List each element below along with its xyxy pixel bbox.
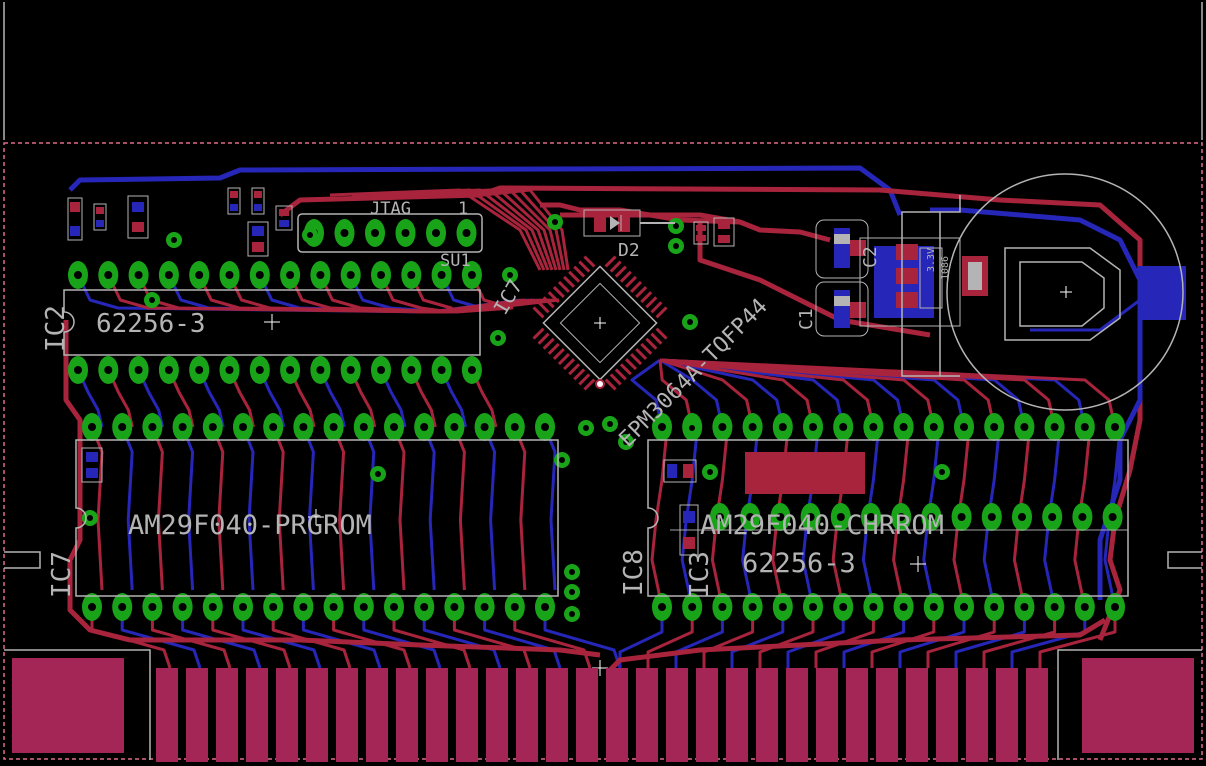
ic7-top-ref-label: IC7 — [489, 275, 528, 318]
ic7-bus-trace — [271, 426, 285, 591]
ic7-bus-trace — [483, 426, 497, 591]
battery-contact-pad — [1138, 266, 1186, 320]
ic7-bus-trace — [181, 426, 195, 591]
ic8-ref-label: IC8 — [619, 549, 649, 596]
resistor-r1 — [67, 197, 83, 241]
pcb-canvas[interactable]: IC2 62256-3 JTAG 1 SU1 IC7 D2 EPM3064A-T… — [0, 0, 1206, 762]
ic7-bus-trace — [362, 426, 376, 591]
ic7-ref-label: IC7 — [47, 551, 77, 598]
ic7-bus-trace — [453, 426, 466, 591]
capacitor-c4 — [247, 221, 269, 257]
resistor-r4 — [251, 187, 265, 215]
edge-finger — [336, 668, 358, 762]
c2-label: C2 — [860, 246, 881, 268]
edge-finger — [576, 668, 598, 762]
ic3-value-label: 62256-3 — [742, 548, 856, 579]
edge-finger — [396, 668, 418, 762]
edge-finger — [546, 668, 568, 762]
ic3-ref-label: IC3 — [685, 551, 715, 598]
edge-finger — [936, 668, 958, 762]
ic7-bus-trace — [543, 426, 557, 591]
edge-finger — [966, 668, 988, 762]
edge-finger — [186, 668, 208, 762]
edge-finger — [606, 668, 628, 762]
edge-finger — [756, 668, 778, 762]
pcb-layout-view: IC2 62256-3 JTAG 1 SU1 IC7 D2 EPM3064A-T… — [0, 0, 1206, 762]
prgrom-label: AM29F040-PRGROM — [128, 510, 372, 541]
ic7-bus-trace — [120, 426, 134, 591]
edge-finger — [216, 668, 238, 762]
jtag-pin1-label: 1 — [458, 199, 468, 219]
edge-pad-left — [12, 658, 124, 753]
edge-connector — [156, 668, 1048, 762]
edge-finger — [876, 668, 898, 762]
capacitor-c8 — [81, 447, 103, 483]
edge-finger — [816, 668, 838, 762]
copper-fill-pad — [745, 452, 865, 494]
ic2-value-label: 62256-3 — [96, 309, 206, 339]
regulator-part-label: 1086 — [940, 256, 951, 280]
edge-finger — [486, 668, 508, 762]
edge-finger — [846, 668, 868, 762]
ic7-bus-trace — [211, 426, 225, 591]
ic7-bus-trace — [241, 426, 255, 591]
ic7-bus-trace — [422, 426, 436, 591]
edge-finger — [1026, 668, 1048, 762]
regulator-voltage-label: 3.3V — [926, 248, 937, 272]
edge-finger — [246, 668, 268, 762]
ic7-bus-trace — [302, 426, 315, 591]
edge-finger — [636, 668, 658, 762]
ic7-bus-trace — [332, 426, 346, 591]
resistor-r2 — [93, 203, 107, 231]
chrrom-label: AM29F040-CHRROM — [700, 510, 944, 541]
c1-label: C1 — [796, 308, 817, 330]
capacitor-c3 — [127, 195, 149, 239]
edge-finger — [276, 668, 298, 762]
edge-finger — [366, 668, 388, 762]
edge-finger — [666, 668, 688, 762]
edge-finger — [426, 668, 448, 762]
edge-finger — [456, 668, 478, 762]
edge-finger — [996, 668, 1018, 762]
jtag-header-outline — [297, 213, 483, 253]
su1-label: SU1 — [440, 251, 471, 271]
ic7-bus-trace — [513, 426, 527, 591]
ic7-bus-trace — [151, 426, 164, 591]
ic7-bus-trace — [392, 426, 406, 591]
edge-pad-right — [1082, 658, 1194, 753]
edge-finger — [156, 668, 178, 762]
edge-finger — [786, 668, 808, 762]
d2-label: D2 — [618, 240, 640, 261]
edge-finger — [306, 668, 328, 762]
edge-finger — [906, 668, 928, 762]
ic7-bus-trace — [90, 426, 104, 591]
edge-finger — [696, 668, 718, 762]
edge-finger — [726, 668, 748, 762]
jtag-label: JTAG — [370, 199, 411, 219]
ic2-ref-label: IC2 — [41, 305, 71, 352]
edge-finger — [516, 668, 538, 762]
resistor-r3 — [227, 187, 241, 215]
